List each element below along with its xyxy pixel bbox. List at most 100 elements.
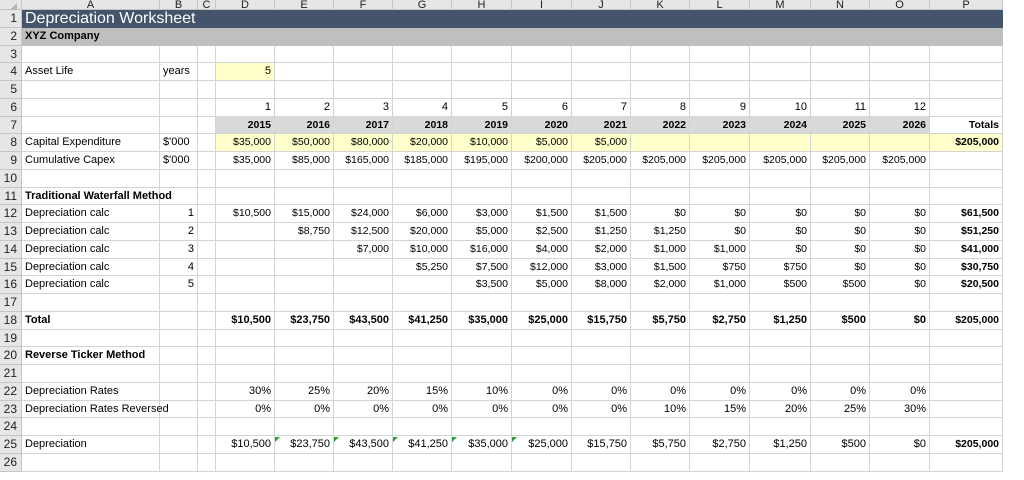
cell[interactable]: [690, 418, 750, 436]
cell[interactable]: [198, 418, 216, 436]
cell[interactable]: [452, 365, 512, 383]
capex-value[interactable]: $10,000: [452, 134, 512, 152]
cell[interactable]: [216, 365, 275, 383]
cell[interactable]: [870, 45, 930, 64]
cell[interactable]: [393, 453, 452, 472]
cell[interactable]: [334, 365, 393, 383]
cell[interactable]: [572, 45, 631, 64]
depreciation-calc-value[interactable]: $3,000: [572, 258, 631, 277]
cell[interactable]: [572, 365, 631, 383]
cell[interactable]: [216, 45, 275, 64]
row-header-18[interactable]: 18: [0, 311, 22, 330]
cell[interactable]: [198, 205, 216, 223]
depreciation-calc-value[interactable]: $15,000: [275, 205, 334, 223]
cell[interactable]: [334, 81, 393, 99]
cell[interactable]: [512, 169, 572, 188]
depreciation-value[interactable]: $0: [870, 436, 930, 454]
cell[interactable]: [572, 329, 631, 348]
depreciation-calc-value[interactable]: $5,000: [452, 223, 512, 241]
capex-value[interactable]: [750, 134, 811, 152]
cell[interactable]: [198, 258, 216, 277]
cell[interactable]: [452, 453, 512, 472]
cell[interactable]: [452, 187, 512, 206]
total_row-value[interactable]: $43,500: [334, 311, 393, 330]
cell[interactable]: [216, 418, 275, 436]
column-header-c[interactable]: C: [198, 0, 216, 11]
cell[interactable]: [160, 311, 198, 330]
capex-value[interactable]: $50,000: [275, 134, 334, 152]
cell[interactable]: [811, 347, 870, 365]
cell[interactable]: [452, 81, 512, 99]
asset-life-input[interactable]: 5: [216, 63, 275, 81]
cell[interactable]: [22, 365, 160, 383]
rates_rev-value[interactable]: 0%: [216, 400, 275, 419]
cell[interactable]: [930, 365, 1003, 383]
row-header-12[interactable]: 12: [0, 205, 22, 223]
cum_capex-value[interactable]: $205,000: [870, 152, 930, 170]
cell[interactable]: [393, 169, 452, 188]
cell[interactable]: [275, 329, 334, 348]
cum_capex-value[interactable]: $205,000: [750, 152, 811, 170]
cell[interactable]: [334, 294, 393, 312]
cell[interactable]: [334, 347, 393, 365]
cell[interactable]: [811, 329, 870, 348]
cell[interactable]: [631, 81, 690, 99]
cell[interactable]: [572, 187, 631, 206]
cell[interactable]: [811, 169, 870, 188]
cell[interactable]: [631, 365, 690, 383]
depreciation-calc-value[interactable]: $2,000: [572, 240, 631, 259]
row-header-11[interactable]: 11: [0, 187, 22, 206]
row-header-13[interactable]: 13: [0, 223, 22, 241]
cell[interactable]: [870, 453, 930, 472]
cell[interactable]: [811, 63, 870, 81]
depreciation-value[interactable]: $10,500: [216, 436, 275, 454]
depreciation-calc-total[interactable]: $61,500: [930, 205, 1003, 223]
cell[interactable]: [930, 98, 1003, 117]
rates_rev-value[interactable]: 10%: [631, 400, 690, 419]
rates-value[interactable]: 10%: [452, 382, 512, 401]
cell[interactable]: [811, 45, 870, 64]
cell[interactable]: [512, 347, 572, 365]
total_row-value[interactable]: $0: [870, 311, 930, 330]
cell[interactable]: [216, 329, 275, 348]
cell[interactable]: [334, 418, 393, 436]
cell[interactable]: [631, 418, 690, 436]
cell[interactable]: [750, 329, 811, 348]
rates_rev-value[interactable]: 0%: [393, 400, 452, 419]
row-header-10[interactable]: 10: [0, 169, 22, 188]
select-all-corner[interactable]: [0, 0, 22, 12]
cell[interactable]: [930, 453, 1003, 472]
depreciation-calc-total[interactable]: $51,250: [930, 223, 1003, 241]
depreciation-calc-value[interactable]: $0: [870, 240, 930, 259]
cell[interactable]: [930, 169, 1003, 188]
row-header-4[interactable]: 4: [0, 63, 22, 81]
column-header-b[interactable]: B: [160, 0, 198, 11]
cell[interactable]: [690, 45, 750, 64]
cell[interactable]: [160, 81, 198, 99]
column-header-d[interactable]: D: [216, 0, 275, 11]
depreciation-calc-value[interactable]: $2,500: [512, 223, 572, 241]
cell[interactable]: [198, 223, 216, 241]
cell[interactable]: [160, 365, 198, 383]
cell[interactable]: [690, 453, 750, 472]
cell[interactable]: [572, 453, 631, 472]
cell[interactable]: [22, 116, 160, 135]
depreciation-calc-value[interactable]: $0: [750, 240, 811, 259]
rates_rev-value[interactable]: 30%: [870, 400, 930, 419]
depreciation-calc-value[interactable]: $1,000: [690, 240, 750, 259]
depreciation-calc-value[interactable]: $1,000: [690, 276, 750, 294]
cell[interactable]: [160, 116, 198, 135]
cell[interactable]: [870, 187, 930, 206]
depreciation-value[interactable]: $41,250: [393, 436, 452, 454]
cum_capex-value[interactable]: $185,000: [393, 152, 452, 170]
depreciation-calc-total[interactable]: $41,000: [930, 240, 1003, 259]
depreciation-calc-value[interactable]: $1,250: [631, 223, 690, 241]
cell[interactable]: [198, 453, 216, 472]
depreciation-calc-value[interactable]: $4,000: [512, 240, 572, 259]
depreciation-calc-value[interactable]: $6,000: [393, 205, 452, 223]
cell[interactable]: [22, 169, 160, 188]
cell[interactable]: [334, 169, 393, 188]
depreciation-calc-value[interactable]: $0: [690, 205, 750, 223]
cell[interactable]: [393, 81, 452, 99]
cell[interactable]: [512, 329, 572, 348]
